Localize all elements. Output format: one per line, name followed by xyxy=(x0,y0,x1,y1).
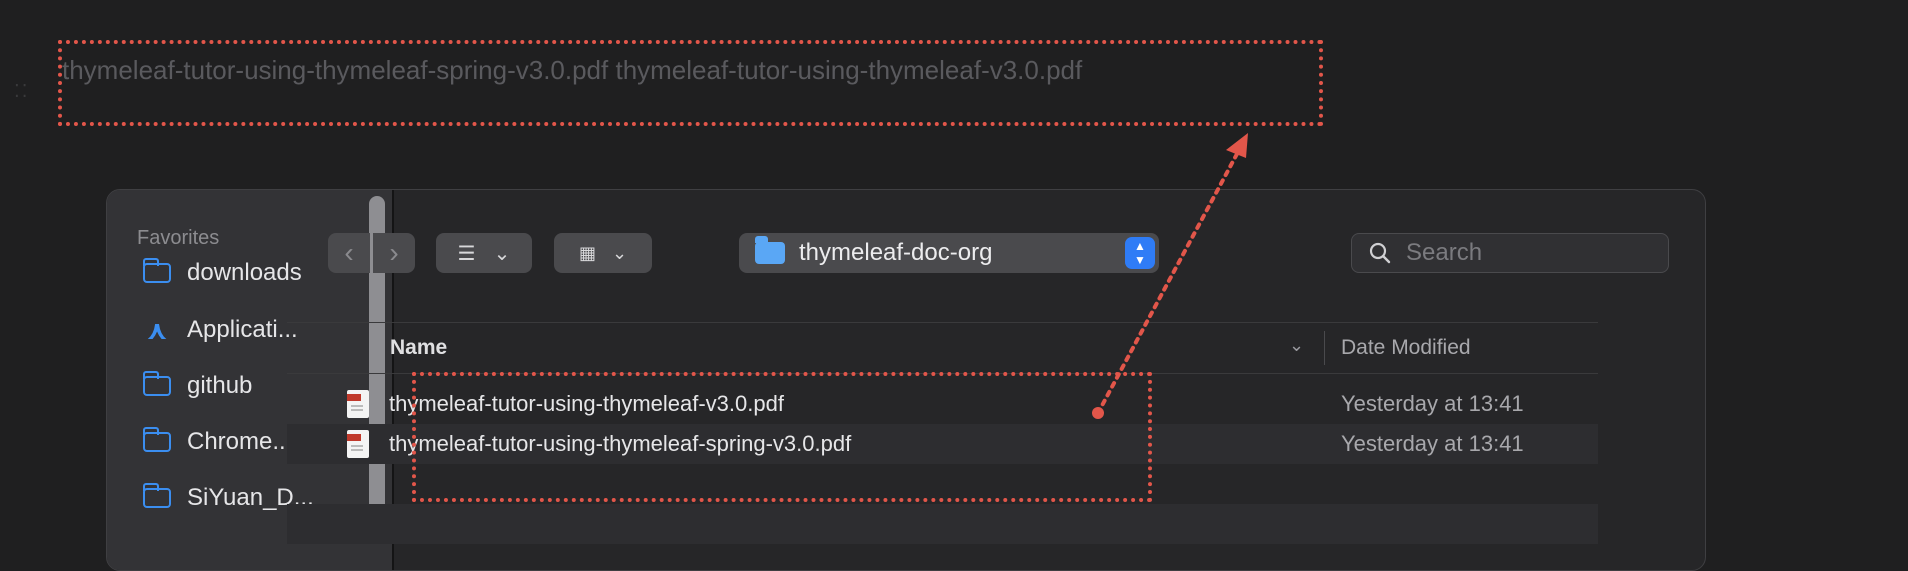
back-button[interactable]: ‹ xyxy=(328,233,370,273)
search-icon xyxy=(1368,241,1392,265)
sidebar-item-github[interactable]: github xyxy=(141,366,252,406)
pdf-file-icon xyxy=(347,390,369,418)
sidebar-item-label: Chrome... xyxy=(187,428,293,455)
pdf-file-icon xyxy=(347,430,369,458)
folder-icon xyxy=(141,483,173,512)
sidebar-item-label: github xyxy=(187,372,253,399)
search-placeholder: Search xyxy=(1406,239,1483,266)
file-date: Yesterday at 13:41 xyxy=(1341,391,1524,416)
chevron-down-icon: ⌄ xyxy=(611,242,628,263)
chevron-right-icon: › xyxy=(389,237,399,268)
applications-icon: ⋏ xyxy=(146,315,168,345)
drop-target-text: thymeleaf-tutor-using-thymeleaf-spring-v… xyxy=(62,55,1083,85)
column-divider[interactable] xyxy=(1324,331,1325,365)
folder-icon xyxy=(755,236,785,264)
path-popup-button[interactable]: thymeleaf-doc-org ▲ ▼ xyxy=(739,233,1159,273)
sidebar-item-chrome[interactable]: Chrome... xyxy=(141,422,292,462)
column-header: Name ⌄ Date Modified xyxy=(287,322,1598,374)
column-name-header[interactable]: Name xyxy=(390,336,447,360)
list-icon: ☰ xyxy=(457,242,476,265)
empty-row xyxy=(287,504,1598,544)
path-label: thymeleaf-doc-org xyxy=(799,239,993,266)
column-date-modified-header[interactable]: Date Modified xyxy=(1341,336,1471,360)
selection-annotation-box xyxy=(412,372,1152,502)
folder-icon xyxy=(141,258,173,287)
chevron-left-icon: ‹ xyxy=(344,237,354,268)
sort-chevron-icon[interactable]: ⌄ xyxy=(1289,335,1304,356)
group-view-button[interactable]: ▦ ⌄ xyxy=(554,233,652,273)
search-field[interactable]: Search xyxy=(1351,233,1669,273)
drag-handle-icon[interactable]: ⁚⁚ xyxy=(14,80,40,102)
list-view-button[interactable]: ☰ ⌄ xyxy=(436,233,532,273)
grid-icon: ▦ xyxy=(578,242,596,263)
up-down-chevron-icon: ▲ ▼ xyxy=(1125,237,1155,269)
forward-button[interactable]: › xyxy=(373,233,415,273)
sidebar-heading-favorites: Favorites xyxy=(137,227,220,249)
chevron-down-icon: ⌄ xyxy=(493,242,511,265)
sidebar-item-applications[interactable]: ⋏ Applicati... xyxy=(141,310,298,350)
sidebar-item-label: Applicati... xyxy=(187,316,298,343)
folder-icon xyxy=(141,427,173,456)
sidebar-item-downloads[interactable]: downloads xyxy=(141,253,302,293)
file-date: Yesterday at 13:41 xyxy=(1341,431,1524,456)
sidebar-item-label: downloads xyxy=(187,259,302,286)
folder-icon xyxy=(141,371,173,400)
